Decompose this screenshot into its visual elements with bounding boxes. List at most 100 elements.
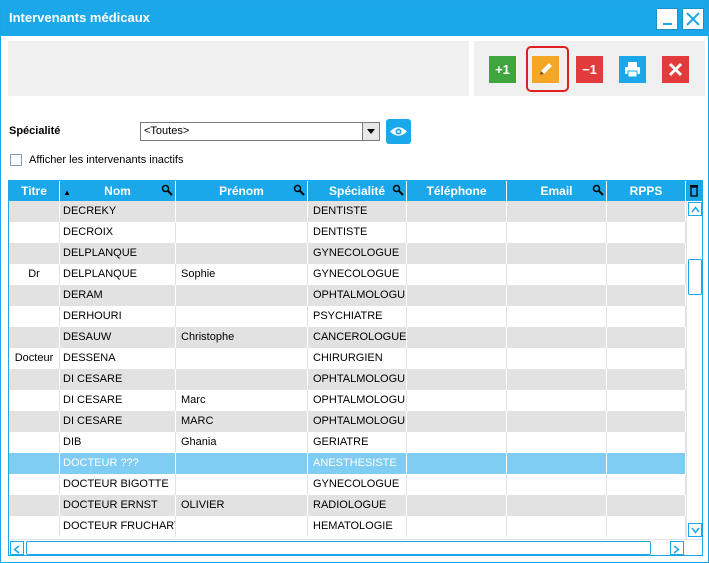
table-row[interactable]: DI CESARE MARC OPHTALMOLOGUE bbox=[9, 411, 686, 432]
remove-button[interactable]: −1 bbox=[576, 56, 603, 83]
cell-telephone bbox=[407, 516, 507, 537]
table-row[interactable]: DOCTEUR ??? ANESTHESISTE bbox=[9, 453, 686, 474]
table-row[interactable]: DIB Ghania GERIATRE bbox=[9, 432, 686, 453]
cell-prenom bbox=[176, 453, 308, 474]
table-row[interactable]: Docteur DESSENA CHIRURGIEN bbox=[9, 348, 686, 369]
cell-email bbox=[507, 411, 607, 432]
column-header-nom[interactable]: ▲ Nom bbox=[60, 181, 176, 201]
search-icon[interactable] bbox=[392, 184, 404, 196]
horizontal-scrollbar[interactable] bbox=[9, 539, 702, 555]
table-row[interactable]: DELPLANQUE GYNECOLOGUE bbox=[9, 243, 686, 264]
cell-nom: DESAUW bbox=[60, 327, 176, 348]
cell-rpps bbox=[607, 495, 686, 516]
show-inactive-label: Afficher les intervenants inactifs bbox=[29, 154, 184, 166]
chevron-down-icon[interactable] bbox=[362, 123, 379, 140]
chevron-right-icon bbox=[673, 545, 680, 554]
table-row[interactable]: DOCTEUR ERNST OLIVIER RADIOLOGUE bbox=[9, 495, 686, 516]
cell-prenom: Christophe bbox=[176, 327, 308, 348]
specialite-label: Spécialité bbox=[9, 125, 61, 137]
cell-specialite: OPHTALMOLOGUE bbox=[308, 369, 407, 390]
table-row[interactable]: DESAUW Christophe CANCEROLOGUE bbox=[9, 327, 686, 348]
column-header-email[interactable]: Email bbox=[507, 181, 607, 201]
column-header-titre[interactable]: Titre bbox=[9, 181, 60, 201]
printer-icon bbox=[625, 62, 640, 78]
cell-titre bbox=[9, 243, 60, 264]
table-row[interactable]: DI CESARE OPHTALMOLOGUE bbox=[9, 369, 686, 390]
cell-nom: DOCTEUR BIGOTTE bbox=[60, 474, 176, 495]
cell-nom: DOCTEUR FRUCHART bbox=[60, 516, 176, 537]
table-row[interactable]: DI CESARE Marc OPHTALMOLOGUE bbox=[9, 390, 686, 411]
cell-rpps bbox=[607, 243, 686, 264]
cell-prenom bbox=[176, 285, 308, 306]
cell-specialite: OPHTALMOLOGUE bbox=[308, 285, 407, 306]
cell-telephone bbox=[407, 474, 507, 495]
vertical-scroll-thumb[interactable] bbox=[688, 259, 702, 295]
cell-specialite: HEMATOLOGIE bbox=[308, 516, 407, 537]
cell-titre bbox=[9, 222, 60, 243]
column-header-telephone[interactable]: Téléphone bbox=[407, 181, 507, 201]
minimize-button[interactable] bbox=[656, 8, 678, 30]
x-icon bbox=[668, 62, 683, 77]
cell-nom: DOCTEUR ??? bbox=[60, 453, 176, 474]
table-row[interactable]: Dr DELPLANQUE Sophie GYNECOLOGUE bbox=[9, 264, 686, 285]
cell-rpps bbox=[607, 432, 686, 453]
cell-nom: DI CESARE bbox=[60, 390, 176, 411]
scroll-left-button[interactable] bbox=[10, 541, 24, 555]
intervenants-table: Titre ▲ Nom Prénom Spécialité Téléphone … bbox=[8, 180, 703, 556]
cell-email bbox=[507, 516, 607, 537]
cell-rpps bbox=[607, 453, 686, 474]
view-button[interactable] bbox=[386, 119, 411, 144]
close-window-button[interactable] bbox=[682, 8, 704, 30]
table-row[interactable]: DECREKY DENTISTE bbox=[9, 201, 686, 222]
cell-titre bbox=[9, 432, 60, 453]
table-row[interactable]: DECROIX DENTISTE bbox=[9, 222, 686, 243]
cell-email bbox=[507, 285, 607, 306]
cell-rpps bbox=[607, 306, 686, 327]
scroll-down-button[interactable] bbox=[688, 523, 702, 537]
column-header-specialite[interactable]: Spécialité bbox=[308, 181, 407, 201]
table-row[interactable]: DOCTEUR BIGOTTE GYNECOLOGUE bbox=[9, 474, 686, 495]
window: Intervenants médicaux +1 −1 Spécialité <… bbox=[0, 0, 709, 563]
cell-specialite: PSYCHIATRE bbox=[308, 306, 407, 327]
edit-button-highlight bbox=[526, 46, 569, 92]
cell-prenom: OLIVIER bbox=[176, 495, 308, 516]
cell-specialite: GYNECOLOGUE bbox=[308, 243, 407, 264]
cell-titre bbox=[9, 306, 60, 327]
horizontal-scroll-thumb[interactable] bbox=[26, 541, 651, 555]
add-button[interactable]: +1 bbox=[489, 56, 516, 83]
table-row[interactable]: DERAM OPHTALMOLOGUE bbox=[9, 285, 686, 306]
cell-prenom bbox=[176, 369, 308, 390]
column-header-prenom[interactable]: Prénom bbox=[176, 181, 308, 201]
cell-titre bbox=[9, 411, 60, 432]
cell-telephone bbox=[407, 327, 507, 348]
trash-icon bbox=[690, 185, 698, 197]
chevron-down-icon bbox=[691, 527, 700, 534]
cell-titre bbox=[9, 327, 60, 348]
search-icon[interactable] bbox=[592, 184, 604, 196]
cell-titre bbox=[9, 390, 60, 411]
cell-rpps bbox=[607, 516, 686, 537]
cell-telephone bbox=[407, 243, 507, 264]
scroll-right-button[interactable] bbox=[670, 541, 684, 555]
table-row[interactable]: DERHOURI PSYCHIATRE bbox=[9, 306, 686, 327]
delete-button[interactable] bbox=[662, 56, 689, 83]
column-header-rpps[interactable]: RPPS bbox=[607, 181, 686, 201]
print-button[interactable] bbox=[619, 56, 646, 83]
cell-telephone bbox=[407, 411, 507, 432]
cell-rpps bbox=[607, 201, 686, 222]
cell-rpps bbox=[607, 411, 686, 432]
cell-titre bbox=[9, 201, 60, 222]
search-icon[interactable] bbox=[293, 184, 305, 196]
scroll-up-button[interactable] bbox=[688, 202, 702, 216]
cell-specialite: RADIOLOGUE bbox=[308, 495, 407, 516]
toolbar-spacer bbox=[8, 41, 469, 96]
cell-nom: DELPLANQUE bbox=[60, 243, 176, 264]
show-inactive-checkbox[interactable] bbox=[10, 154, 22, 166]
column-chooser-button[interactable] bbox=[686, 181, 702, 201]
cell-specialite: ANESTHESISTE bbox=[308, 453, 407, 474]
cell-email bbox=[507, 369, 607, 390]
vertical-scrollbar[interactable] bbox=[686, 201, 702, 539]
table-row[interactable]: DOCTEUR FRUCHART HEMATOLOGIE bbox=[9, 516, 686, 537]
specialite-select[interactable]: <Toutes> bbox=[140, 122, 380, 141]
search-icon[interactable] bbox=[161, 184, 173, 196]
